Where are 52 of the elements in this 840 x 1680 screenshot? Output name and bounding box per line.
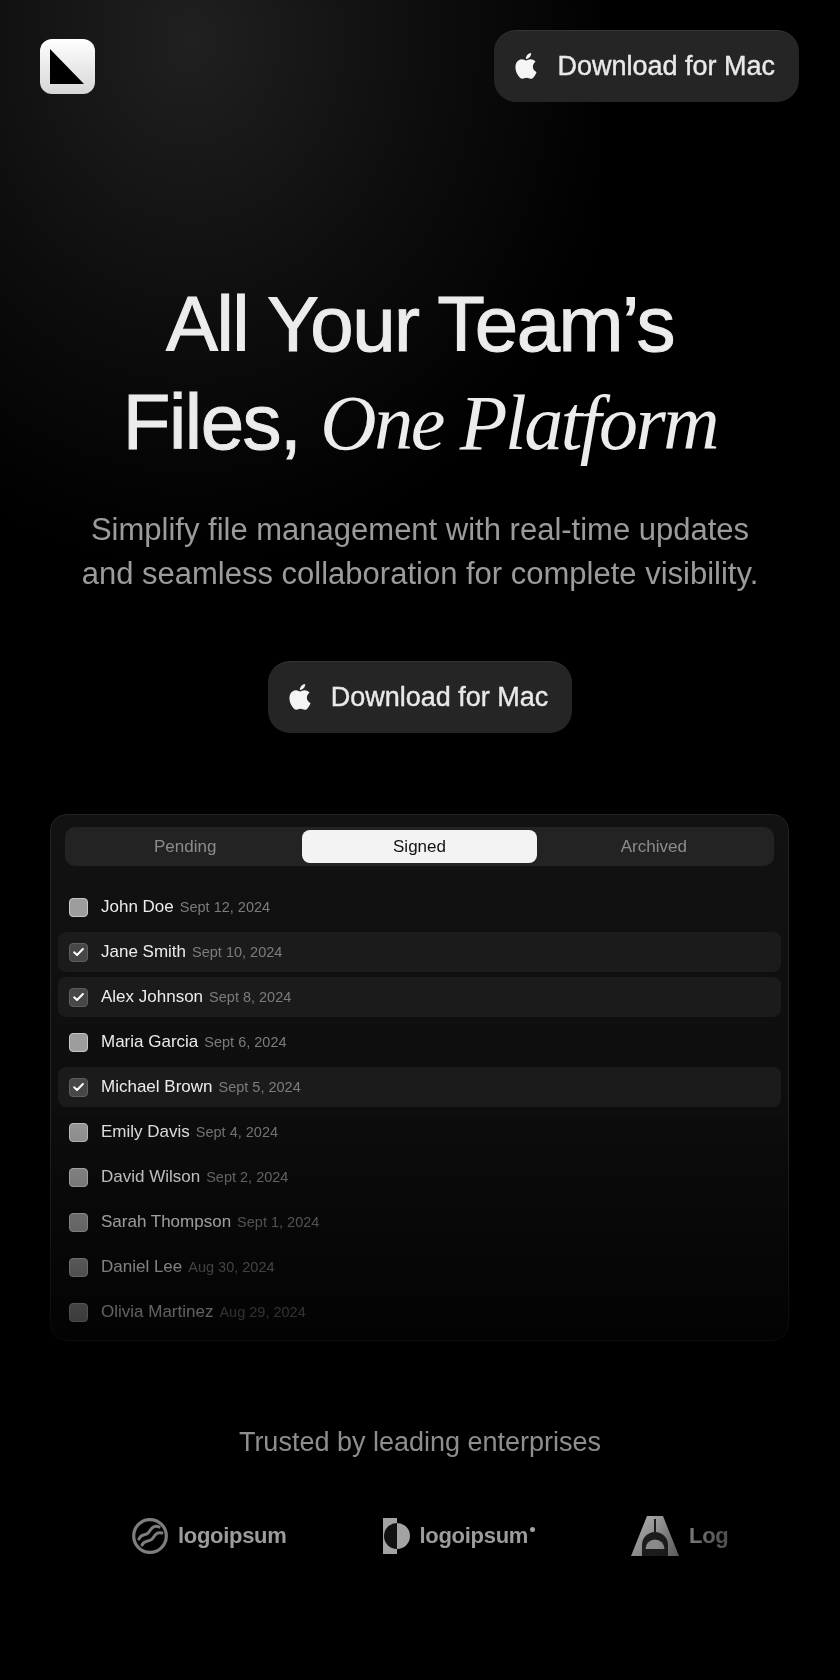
person-name: David Wilson — [101, 1167, 201, 1187]
person-name: Jane Smith — [101, 942, 187, 962]
date-label: Sept 2, 2024 — [206, 1169, 289, 1185]
checkmark-icon — [73, 1083, 84, 1091]
highlighted-row[interactable]: Alex Johnson Sept 8, 2024 — [58, 977, 781, 1017]
checkbox[interactable] — [69, 1212, 88, 1232]
checkbox[interactable] — [69, 1257, 88, 1277]
person-name: Michael Brown — [101, 1077, 213, 1097]
tab[interactable]: Pending — [68, 830, 303, 863]
person-name: Alex Johnson — [101, 987, 204, 1007]
person-name: Maria Garcia — [101, 1032, 199, 1052]
person-name: Olivia Martinez — [101, 1302, 214, 1322]
date-label: Sept 10, 2024 — [192, 944, 283, 960]
date-label: Sept 8, 2024 — [209, 989, 292, 1005]
date-label: Sept 1, 2024 — [237, 1214, 320, 1230]
checkbox[interactable] — [69, 987, 88, 1007]
person-name: Sarah Thompson — [101, 1212, 232, 1232]
checkmark-icon — [73, 948, 84, 956]
split-circle-icon — [382, 1518, 410, 1554]
headline: All Your Team’s Files, One Platform — [121, 279, 719, 468]
download-button[interactable]: Download for Mac — [494, 30, 799, 102]
checkbox[interactable] — [69, 1167, 88, 1187]
logo-wordmark: Log — [689, 1523, 729, 1549]
checkbox[interactable] — [69, 1302, 88, 1322]
apple-icon — [288, 684, 311, 710]
tab[interactable]: Signed — [302, 830, 537, 863]
checkbox[interactable] — [69, 1122, 88, 1142]
date-label: Sept 5, 2024 — [218, 1079, 301, 1095]
date-label: Sept 4, 2024 — [195, 1124, 279, 1140]
arch-icon — [631, 1516, 680, 1556]
wave-circle-icon — [132, 1518, 168, 1554]
checkbox[interactable] — [69, 897, 88, 917]
date-label: Sept 6, 2024 — [204, 1034, 287, 1050]
person-name: Emily Davis — [101, 1122, 190, 1142]
subtitle: Simplify file management with real-time updates and seamless collaboration for complete visibility. — [80, 511, 760, 593]
download-button[interactable]: Download for Mac — [267, 661, 573, 733]
person-name: John Doe — [101, 897, 174, 917]
highlighted-row[interactable]: Michael Brown Sept 5, 2024 — [58, 1067, 781, 1107]
checkbox[interactable] — [69, 1077, 88, 1097]
checkbox[interactable] — [69, 1032, 88, 1052]
app-logo-icon[interactable] — [40, 38, 95, 94]
highlighted-row[interactable]: Jane Smith Sept 10, 2024 — [58, 932, 781, 972]
date-label: Aug 30, 2024 — [188, 1259, 275, 1275]
tab[interactable]: Archived — [536, 830, 771, 863]
logo-wordmark: logoipsum — [178, 1523, 287, 1549]
section-heading: Trusted by leading enterprises — [238, 1426, 602, 1459]
apple-icon — [515, 53, 538, 79]
person-name: Daniel Lee — [101, 1257, 183, 1277]
checkbox[interactable] — [69, 942, 88, 962]
logo-wordmark: logoipsum — [419, 1523, 529, 1549]
date-label: Sept 12, 2024 — [179, 899, 271, 915]
checkmark-icon — [73, 993, 84, 1001]
